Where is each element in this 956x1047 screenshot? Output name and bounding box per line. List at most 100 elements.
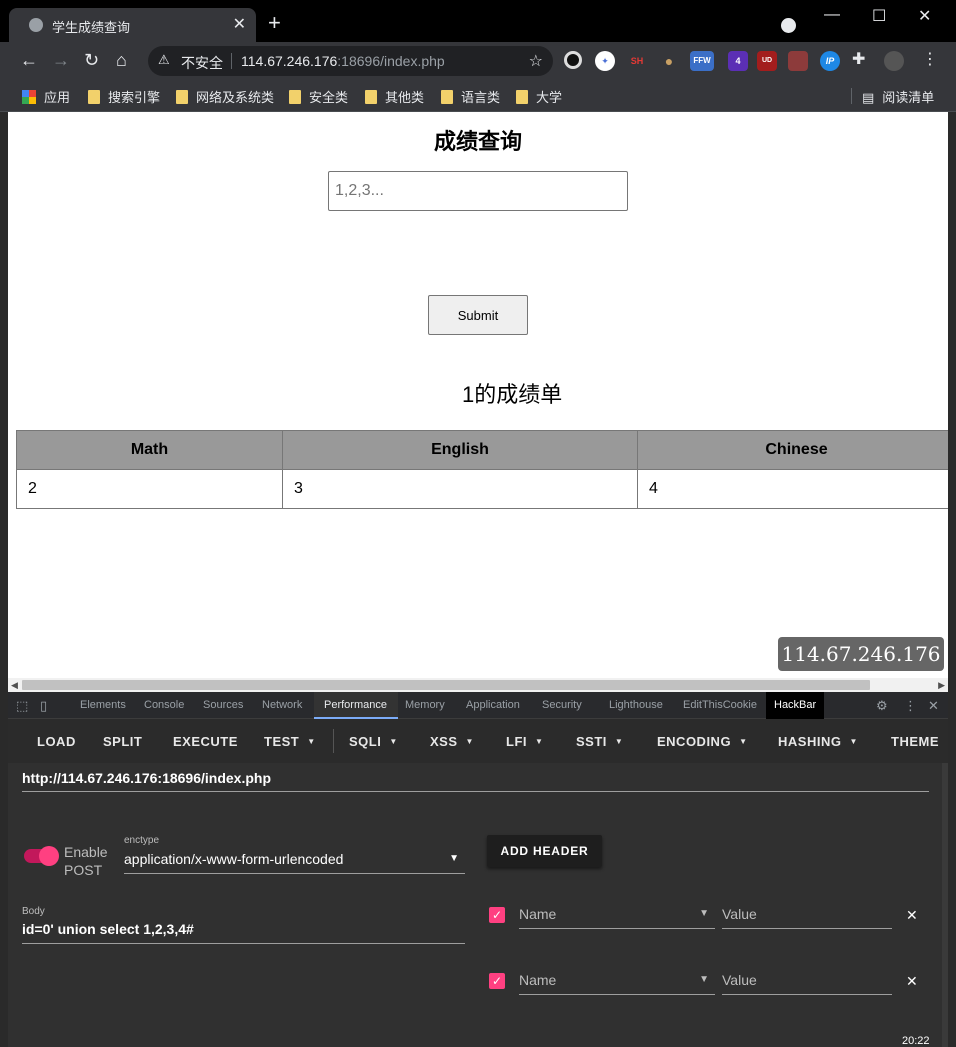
caret-down-icon: ▼ — [699, 908, 709, 919]
header-value-input[interactable]: Value — [722, 972, 892, 995]
tab-security[interactable]: Security — [542, 699, 582, 711]
desktop-right-edge — [948, 112, 956, 1047]
close-devtools-icon[interactable]: ✕ — [928, 698, 939, 714]
url-path: :18696/index.php — [337, 53, 445, 69]
sh-extension-icon[interactable]: SH — [627, 51, 647, 71]
header-enabled-checkbox[interactable]: ✓ — [489, 973, 505, 989]
bookmark-label: 其他类 — [385, 90, 425, 105]
body-field[interactable]: id=0' union select 1,2,3,4# — [22, 921, 465, 944]
home-icon[interactable]: ⌂ — [116, 50, 127, 70]
execute-button[interactable]: EXECUTE — [173, 734, 238, 749]
warning-icon[interactable]: ⚠ — [158, 52, 170, 68]
reading-list-button[interactable]: ▤ 阅读清单 — [862, 87, 934, 106]
encoding-menu[interactable]: ENCODING ▼ — [657, 734, 747, 749]
remove-header-icon[interactable]: ✕ — [906, 973, 918, 990]
hackbar-scrollbar[interactable] — [942, 763, 948, 1047]
caret-down-icon: ▼ — [614, 737, 624, 746]
caret-down-icon: ▼ — [389, 737, 398, 746]
minimize-button[interactable]: — — [824, 6, 840, 24]
ublock-extension-icon[interactable]: UD — [757, 51, 777, 71]
inspect-element-icon[interactable]: ⬚ — [16, 698, 28, 714]
scores-table: Math English Chinese 2 3 4 — [16, 430, 948, 509]
remove-header-icon[interactable]: ✕ — [906, 907, 918, 924]
back-arrow-icon[interactable]: ← — [20, 50, 38, 70]
student-id-input[interactable] — [328, 171, 628, 211]
bookmark-folder-university[interactable]: 大学 — [516, 87, 562, 106]
kebab-menu-icon[interactable]: ⋮ — [922, 50, 938, 70]
column-header-math: Math — [16, 430, 283, 470]
header-name-placeholder: Name — [519, 972, 557, 988]
bookmark-folder-language[interactable]: 语言类 — [441, 87, 500, 106]
extensions-puzzle-icon[interactable]: ✚ — [852, 50, 865, 70]
tab-sources[interactable]: Sources — [203, 699, 243, 711]
sqli-menu[interactable]: SQLI ▼ — [349, 734, 398, 749]
tab-elements[interactable]: Elements — [80, 699, 126, 711]
lfi-menu[interactable]: LFI ▼ — [506, 734, 543, 749]
address-bar[interactable]: ⚠ 不安全 114.67.246.176:18696/index.php ☆ — [148, 46, 553, 76]
maximize-button[interactable]: ☐ — [872, 6, 886, 26]
forward-arrow-icon[interactable]: → — [52, 50, 70, 70]
bookmark-folder-search[interactable]: 搜索引擎 — [88, 87, 160, 106]
ffw-extension-icon[interactable]: FFW — [690, 51, 714, 71]
hackbar-body: http://114.67.246.176:18696/index.php En… — [8, 763, 942, 1047]
tab-console[interactable]: Console — [144, 699, 184, 711]
ip-extension-icon[interactable]: IP — [820, 51, 840, 71]
tab-network[interactable]: Network — [262, 699, 302, 711]
header-name-select[interactable]: Name ▼ — [519, 972, 715, 995]
reload-icon[interactable]: ↻ — [84, 50, 99, 70]
omnibox-separator — [231, 53, 232, 69]
close-window-button[interactable]: ✕ — [918, 6, 931, 26]
bookmark-folder-other[interactable]: 其他类 — [365, 87, 424, 106]
tab-lighthouse[interactable]: Lighthouse — [609, 699, 663, 711]
load-button[interactable]: LOAD — [37, 734, 76, 749]
add-header-button[interactable]: ADD HEADER — [487, 835, 602, 867]
header-enabled-checkbox[interactable]: ✓ — [489, 907, 505, 923]
bookmark-label: 应用 — [44, 90, 71, 105]
bookmark-apps[interactable]: 应用 — [22, 87, 70, 106]
bookmark-folder-network[interactable]: 网络及系统类 — [176, 87, 274, 106]
split-button[interactable]: SPLIT — [103, 734, 142, 749]
tab-search-icon[interactable] — [781, 18, 796, 33]
tab-performance[interactable]: Performance — [324, 699, 387, 711]
scroll-right-arrow-icon[interactable]: ▶ — [938, 678, 945, 692]
new-tab-button[interactable]: + — [268, 12, 281, 34]
browser-tab[interactable]: 学生成绩查询 ✕ — [9, 8, 256, 42]
tab-application[interactable]: Application — [466, 699, 520, 711]
enctype-select[interactable]: application/x-www-form-urlencoded ▼ — [124, 851, 465, 874]
caret-down-icon: ▼ — [449, 853, 459, 864]
puzzle-extension-icon[interactable] — [788, 51, 808, 71]
cookie-extension-icon[interactable]: ● — [659, 51, 679, 71]
profile-avatar[interactable] — [884, 51, 904, 71]
bookmark-star-icon[interactable]: ☆ — [529, 51, 543, 71]
record-extension-icon[interactable] — [564, 51, 582, 69]
tab-memory[interactable]: Memory — [405, 699, 445, 711]
badge-extension-icon[interactable]: 4 — [728, 51, 748, 71]
tab-editthiscookie[interactable]: EditThisCookie — [683, 699, 757, 711]
hashing-menu[interactable]: HASHING ▼ — [778, 734, 858, 749]
horizontal-scrollbar[interactable]: ◀ ▶ — [8, 678, 948, 692]
enable-post-label-line-1: Enable — [64, 844, 108, 860]
reading-list-icon: ▤ — [862, 90, 875, 105]
xss-menu[interactable]: XSS ▼ — [430, 734, 474, 749]
scrollbar-thumb[interactable] — [22, 680, 870, 690]
header-value-input[interactable]: Value — [722, 906, 892, 929]
theme-menu[interactable]: THEME — [891, 734, 939, 749]
test-menu[interactable]: TEST ▼ — [264, 734, 316, 749]
submit-button[interactable]: Submit — [428, 295, 528, 335]
close-tab-icon[interactable]: ✕ — [233, 14, 246, 34]
settings-gear-icon[interactable]: ⚙ — [876, 698, 888, 714]
folder-icon — [441, 90, 453, 104]
ssti-menu[interactable]: SSTI ▼ — [576, 734, 623, 749]
tab-hackbar[interactable]: HackBar — [766, 692, 825, 719]
bookmark-folder-security[interactable]: 安全类 — [289, 87, 348, 106]
devtools-menu-icon[interactable]: ⋮ — [904, 698, 917, 714]
scroll-left-arrow-icon[interactable]: ◀ — [11, 678, 18, 692]
url-field[interactable]: http://114.67.246.176:18696/index.php — [22, 770, 929, 792]
header-name-select[interactable]: Name ▼ — [519, 906, 715, 929]
enable-post-toggle[interactable] — [24, 846, 59, 866]
url-text[interactable]: 114.67.246.176:18696/index.php — [241, 53, 445, 69]
bird-extension-icon[interactable]: ✦ — [595, 51, 615, 71]
enable-post-label-line-2: POST — [64, 862, 103, 878]
device-toolbar-icon[interactable]: ▯ — [40, 698, 47, 714]
desktop-left-edge — [0, 112, 8, 1047]
